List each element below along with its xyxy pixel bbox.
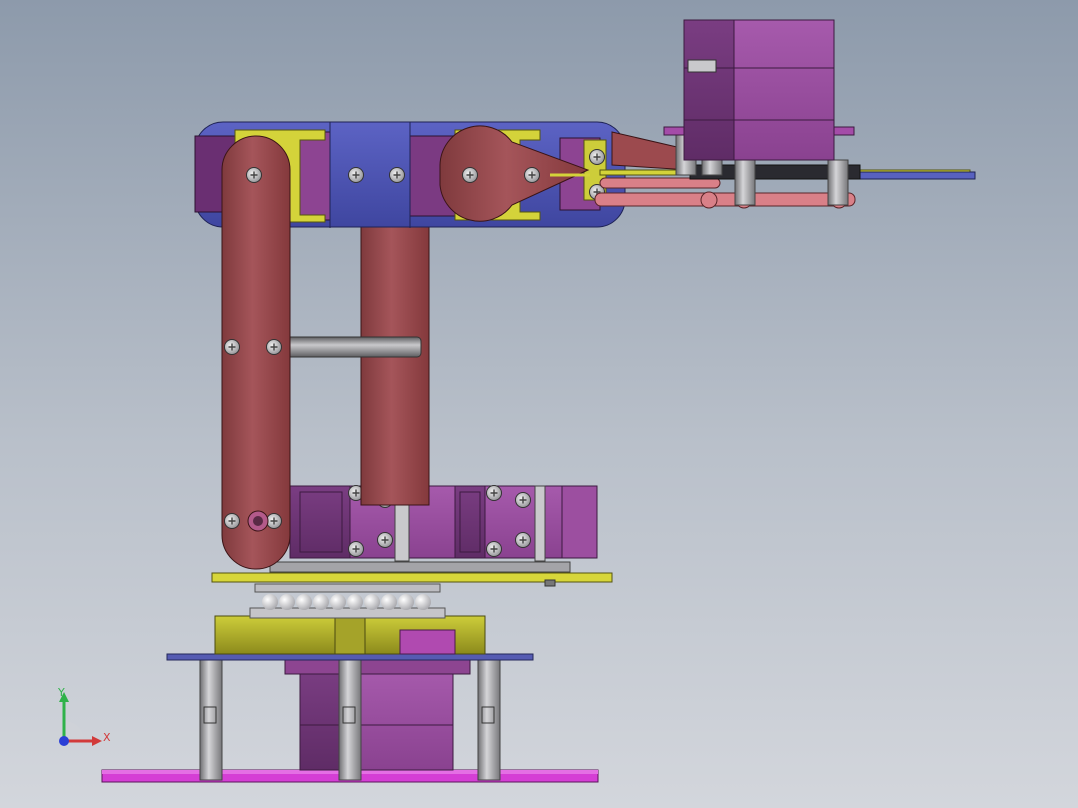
base-standoffs[interactable]	[199, 657, 501, 781]
front-link-arm[interactable]	[221, 135, 291, 570]
turntable-bearing[interactable]	[214, 583, 486, 655]
middle-plate-blue[interactable]	[166, 653, 534, 661]
cross-shaft[interactable]	[283, 336, 422, 358]
cad-viewport[interactable]: Y X	[0, 0, 1078, 808]
base-servo[interactable]	[284, 659, 471, 771]
gripper-servo[interactable]	[683, 19, 835, 161]
x-axis-label: X	[103, 731, 111, 744]
robot-arm-model[interactable]	[0, 0, 1078, 808]
y-axis-label: Y	[58, 686, 65, 699]
shoulder-servos[interactable]	[269, 484, 598, 573]
axis-triad: Y X	[50, 686, 120, 750]
